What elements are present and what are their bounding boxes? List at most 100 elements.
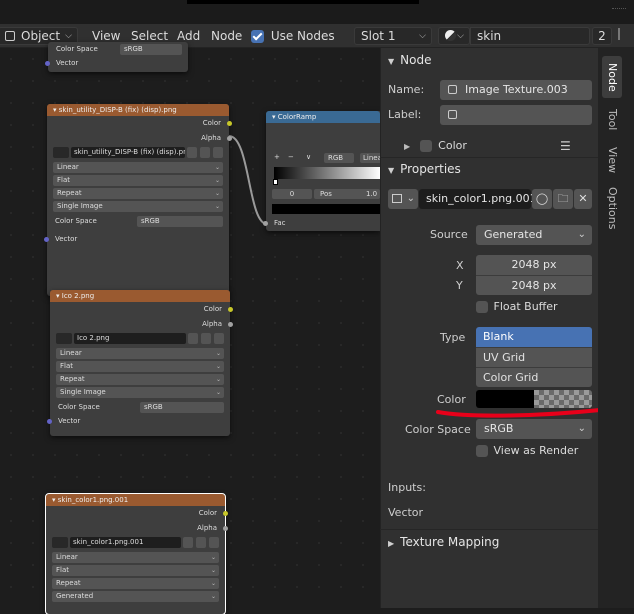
use-custom-color-checkbox[interactable] (419, 140, 432, 152)
tab-view[interactable]: View (602, 142, 622, 178)
tab-tool[interactable]: Tool (602, 102, 622, 138)
image-browse-icon[interactable] (52, 537, 68, 548)
add-stop-button[interactable]: + (274, 153, 280, 161)
tab-node[interactable]: Node (602, 56, 622, 98)
source-dropdown[interactable]: Single Image ⌄ (56, 387, 224, 398)
use-nodes-checkbox[interactable] (251, 30, 264, 43)
view-as-render-toggle[interactable]: View as Render (476, 444, 578, 457)
shield-icon[interactable] (188, 333, 198, 344)
interpolation-dropdown[interactable]: Linear ⌄ (52, 552, 219, 563)
type-option-color-grid[interactable]: Color Grid (476, 367, 592, 387)
width-field[interactable]: 2048 px (476, 255, 592, 275)
color-ramp-gradient[interactable] (274, 167, 380, 179)
float-buffer-checkbox[interactable] (476, 301, 488, 313)
view-as-render-checkbox[interactable] (476, 445, 488, 457)
image-name-field[interactable]: skin_color1.png.001 (419, 189, 537, 209)
menu-node[interactable]: Node (211, 27, 242, 45)
node-color-space-dropdown[interactable]: sRGB (140, 402, 224, 413)
node-color-ramp[interactable]: ▾ ColorRamp + − ∨ RGB Linear 0 Pos 1.0 Fa… (263, 111, 384, 231)
node-header[interactable]: ▾ ColorRamp (266, 111, 380, 123)
node-image-texture-disp[interactable]: ▾ skin_utility_DISP-B (fix) (disp).png C… (44, 104, 232, 296)
folder-icon[interactable] (196, 537, 206, 548)
active-stop-index[interactable]: 0 (272, 189, 312, 199)
source-dropdown[interactable]: Generated ⌄ (476, 225, 592, 245)
material-user-count[interactable]: 2 (592, 27, 612, 45)
node-header[interactable]: ▾ skin_utility_DISP-B (fix) (disp).png (47, 104, 229, 116)
node-image-selector[interactable]: skin_utility_DISP-B (fix) (disp).png (53, 147, 223, 160)
close-icon[interactable] (213, 147, 223, 158)
use-nodes-toggle[interactable]: Use Nodes (251, 27, 335, 45)
node-output-alpha: Alpha (50, 317, 233, 332)
interpolation-dropdown[interactable]: Linear ⌄ (53, 162, 223, 173)
properties-section-header[interactable]: ▼ Properties (388, 162, 461, 176)
folder-icon[interactable] (201, 333, 211, 344)
image-icon (392, 194, 402, 203)
node-label-field[interactable] (440, 105, 592, 125)
projection-dropdown[interactable]: Flat ⌄ (53, 175, 223, 186)
node-editor-canvas[interactable]: Color Space sRGB Vector ▾ skin_utility_D… (0, 42, 384, 614)
alpha-socket[interactable] (227, 135, 232, 141)
folder-icon[interactable] (200, 147, 210, 158)
extension-dropdown[interactable]: Repeat ⌄ (52, 578, 219, 589)
fac-socket[interactable] (263, 221, 268, 226)
node-header[interactable]: ▾ skin_color1.png.001 (46, 494, 225, 506)
alpha-socket[interactable] (223, 525, 228, 531)
projection-dropdown[interactable]: Flat ⌄ (52, 565, 219, 576)
image-browse-icon[interactable] (56, 333, 72, 344)
shield-icon[interactable] (187, 147, 197, 158)
node-section-header[interactable]: ▼ Node (388, 53, 431, 67)
vector-socket[interactable] (47, 419, 52, 424)
node-image-selector[interactable]: Ico 2.png (56, 333, 224, 346)
node-image-texture-ico[interactable]: ▾ Ico 2.png Color Alpha Ico 2.png Linear… (47, 290, 233, 436)
alpha-socket[interactable] (228, 321, 233, 327)
node-name-field[interactable]: Image Texture.003 (440, 80, 592, 100)
color-socket[interactable] (227, 121, 232, 126)
extension-dropdown[interactable]: Repeat ⌄ (53, 188, 223, 199)
interpolation-dropdown[interactable]: Linear ⌄ (56, 348, 224, 359)
material-name-field[interactable]: skin (470, 27, 590, 45)
image-browse-button[interactable]: ⌄ (388, 189, 418, 209)
color-space-dropdown[interactable]: sRGB ⌄ (476, 419, 592, 439)
ramp-menu-button[interactable]: ∨ (306, 153, 311, 161)
color-subpanel[interactable]: ▶ Color (404, 139, 467, 152)
source-dropdown[interactable]: Generated ⌄ (52, 591, 219, 602)
vector-socket[interactable] (45, 61, 50, 66)
color-socket[interactable] (223, 511, 228, 516)
shield-icon[interactable]: ◯ (532, 189, 552, 209)
tab-options[interactable]: Options (602, 182, 622, 234)
node-spacer (266, 123, 380, 153)
node-image-selector[interactable]: skin_color1.png.001 (52, 537, 219, 550)
close-icon[interactable] (214, 333, 224, 344)
type-option-blank[interactable]: Blank (476, 327, 592, 347)
node-color-space-dropdown[interactable]: sRGB (120, 44, 182, 55)
stop-position-field[interactable]: Pos 1.0 (314, 189, 380, 199)
folder-icon[interactable]: 🗀 (553, 189, 573, 209)
color-mode-dropdown[interactable]: RGB (324, 153, 354, 163)
pin-icon[interactable] (618, 27, 630, 45)
area-corner-handle[interactable] (612, 8, 626, 11)
list-menu-icon[interactable]: ☰ (560, 139, 571, 153)
source-dropdown[interactable]: Single Image ⌄ (53, 201, 223, 212)
close-icon[interactable]: ✕ (574, 189, 592, 209)
vector-socket[interactable] (44, 237, 49, 242)
projection-dropdown[interactable]: Flat ⌄ (56, 361, 224, 372)
texture-mapping-section-header[interactable]: ▶ Texture Mapping (388, 535, 499, 549)
stop-color-swatch[interactable] (272, 204, 380, 214)
ramp-stop-handle[interactable] (273, 179, 278, 185)
shield-icon[interactable] (183, 537, 193, 548)
node-icon (448, 110, 457, 119)
node-header[interactable]: ▾ Ico 2.png (50, 290, 230, 302)
node-color-space-dropdown[interactable]: sRGB (137, 216, 223, 227)
remove-stop-button[interactable]: − (288, 153, 294, 161)
image-browse-icon[interactable] (53, 147, 69, 158)
float-buffer-toggle[interactable]: Float Buffer (476, 300, 558, 313)
height-field[interactable]: 2048 px (476, 275, 592, 295)
type-option-uv-grid[interactable]: UV Grid (476, 347, 592, 367)
node-image-texture-top[interactable]: Color Space sRGB Vector (45, 42, 188, 72)
close-icon[interactable] (209, 537, 219, 548)
extension-dropdown[interactable]: Repeat ⌄ (56, 374, 224, 385)
color-socket[interactable] (228, 307, 233, 312)
slot-dropdown[interactable]: Slot 1 ⌵ (354, 27, 432, 45)
material-browse-button[interactable]: ⌵ (438, 27, 470, 45)
node-image-texture-skin-color[interactable]: ▾ skin_color1.png.001 Color Alpha skin_c… (45, 493, 228, 614)
